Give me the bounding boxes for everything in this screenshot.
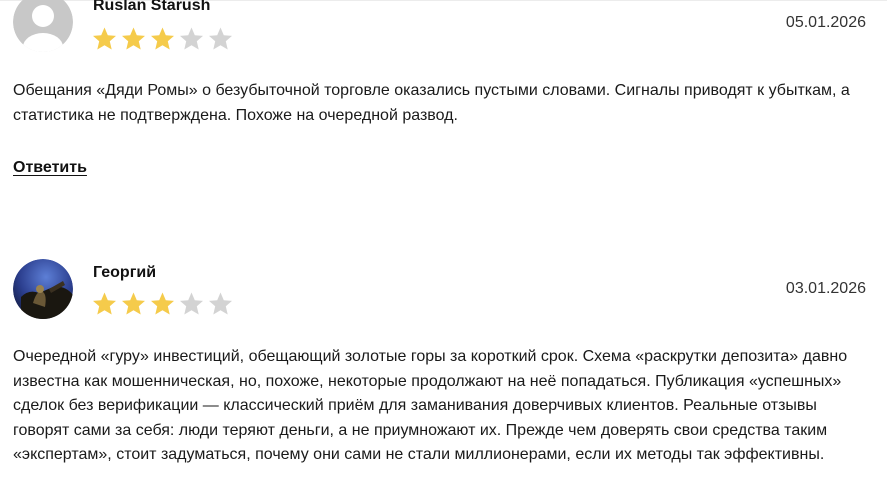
star-filled-icon: [93, 292, 116, 315]
star-empty-icon: [209, 292, 232, 315]
user-photo-avatar: [13, 259, 73, 319]
star-rating: [90, 291, 235, 317]
review-card: Георгий 03.01.2026 Очередной «гуру» инве…: [0, 0, 887, 498]
star-filled-icon: [151, 292, 174, 315]
review-author: Георгий: [93, 264, 157, 281]
review-date: 03.01.2026: [785, 280, 866, 297]
avatar: [13, 259, 73, 319]
star-empty-icon: [180, 292, 203, 315]
review-text: Очередной «гуру» инвестиций, обещающий з…: [13, 348, 848, 463]
star-filled-icon: [122, 292, 145, 315]
